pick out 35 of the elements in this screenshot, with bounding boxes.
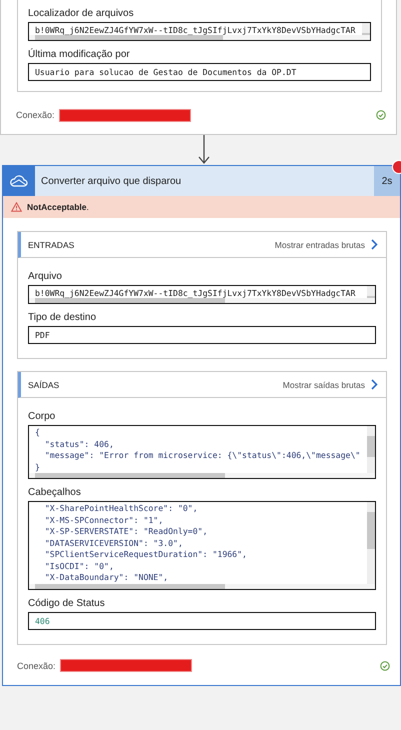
field-label: Última modificação por [28, 49, 131, 60]
text-field[interactable]: 406 [28, 612, 376, 630]
code-field[interactable]: { "status": 406, "message": "Error from microservice: {\"status\":406,\"message\" } [28, 425, 376, 479]
warning-icon [11, 202, 22, 212]
scrollbar[interactable] [362, 23, 370, 35]
field-label: Cabeçalhos [28, 487, 82, 498]
field-label: Código de Status [28, 598, 106, 608]
text-field[interactable]: b!0WRq_j6N2EewZJ4GfYW7xW--tID8c_tJgSIfjLvxj7TxYkY8DevVSbYHadgcTAR [28, 22, 371, 41]
connection-label: Conexão: [17, 660, 56, 670]
scrollbar[interactable] [29, 298, 375, 303]
text-field[interactable]: PDF [28, 326, 376, 344]
section-title: ENTRADAS [28, 240, 76, 250]
scrollbar[interactable] [29, 584, 375, 588]
text-field[interactable]: b!0WRq_j6N2EewZJ4GfYW7xW--tID8c_tJgSIfjLvxj7TxYkY8DevVSbYHadgcTAR [28, 285, 376, 304]
duration-label: 2s [374, 166, 400, 196]
code-field[interactable]: "X-SharePointHealthScore": "0", "X-MS-SPConnector": "1", "X-SP-SERVERSTATE": "ReadOnly=0", "DATASERVICEVERSION": "3.0", "SPClientServiceRequestDuration": "1966", "IsOCDI": "0", "X-DataBoundary": "NONE", [28, 501, 376, 590]
raw-data-link[interactable]: Mostrar entradas brutas [274, 239, 378, 250]
scrollbar[interactable] [367, 426, 375, 473]
chevron-icon [371, 379, 378, 390]
field-label: Localizador de arquivos [28, 8, 135, 19]
field-label: Corpo [28, 411, 56, 422]
arrow-icon [198, 135, 210, 165]
error-message: NotAcceptable. [27, 202, 89, 212]
scrollbar[interactable] [367, 286, 375, 298]
raw-data-link[interactable]: Mostrar saídas brutas [282, 379, 378, 390]
scrollbar[interactable] [29, 35, 370, 40]
scrollbar[interactable] [367, 502, 375, 584]
field-label: Arquivo [28, 271, 63, 282]
action-title: Converter arquivo que disparou [40, 174, 182, 188]
scrollbar[interactable] [29, 473, 375, 478]
field-label: Tipo de destino [28, 312, 98, 323]
section-title: SAÍDAS [28, 380, 60, 390]
text-field[interactable]: Usuario para solucao de Gestao de Documentos da OP.DT [28, 63, 371, 81]
chevron-icon [371, 239, 378, 250]
connection-label: Conexão: [16, 110, 55, 120]
